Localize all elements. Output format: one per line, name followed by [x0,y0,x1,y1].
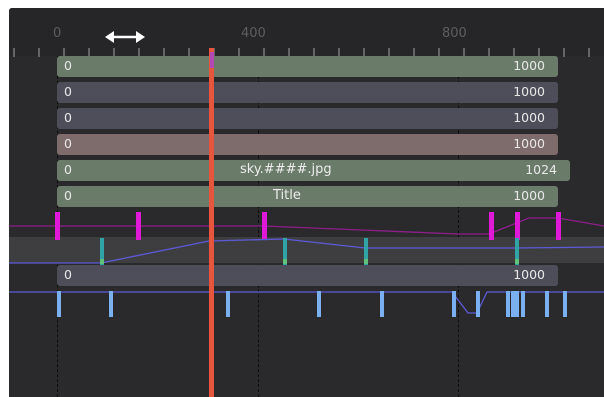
keyframe-blue [452,291,456,317]
keyframe-magenta [556,212,561,240]
timeline-panel: 0 400 800 0 1000 0 1000 0 1000 0 1000 0 … [9,8,604,397]
keyframe-teal-handle [364,259,368,264]
keyframe-blue [109,291,113,317]
animation-curve-blue [9,238,604,264]
keyframe-teal-handle [283,259,287,264]
keyframe-blue [476,291,480,317]
keyframe-magenta [55,212,60,240]
keyframe-magenta [262,212,267,240]
keyframe-teal-handle [100,259,104,264]
keyframe-magenta [515,212,520,240]
keyframe-blue [511,291,515,317]
keyframe-blue [380,291,384,317]
playhead[interactable] [209,48,214,397]
keyframe-blue [226,291,230,317]
keyframe-blue [545,291,549,317]
playhead-marker [210,52,214,68]
keyframe-blue [515,291,519,317]
keyframe-blue [521,291,525,317]
keyframe-blue [563,291,567,317]
keyframe-blue [506,291,510,317]
keyframe-overlay[interactable] [9,8,604,397]
keyframe-blue [57,291,61,317]
keyframe-magenta [489,212,494,240]
keyframe-blue [317,291,321,317]
animation-curve-purple [9,217,604,235]
keyframe-teal-handle [515,259,519,264]
keyframe-magenta [136,212,141,240]
